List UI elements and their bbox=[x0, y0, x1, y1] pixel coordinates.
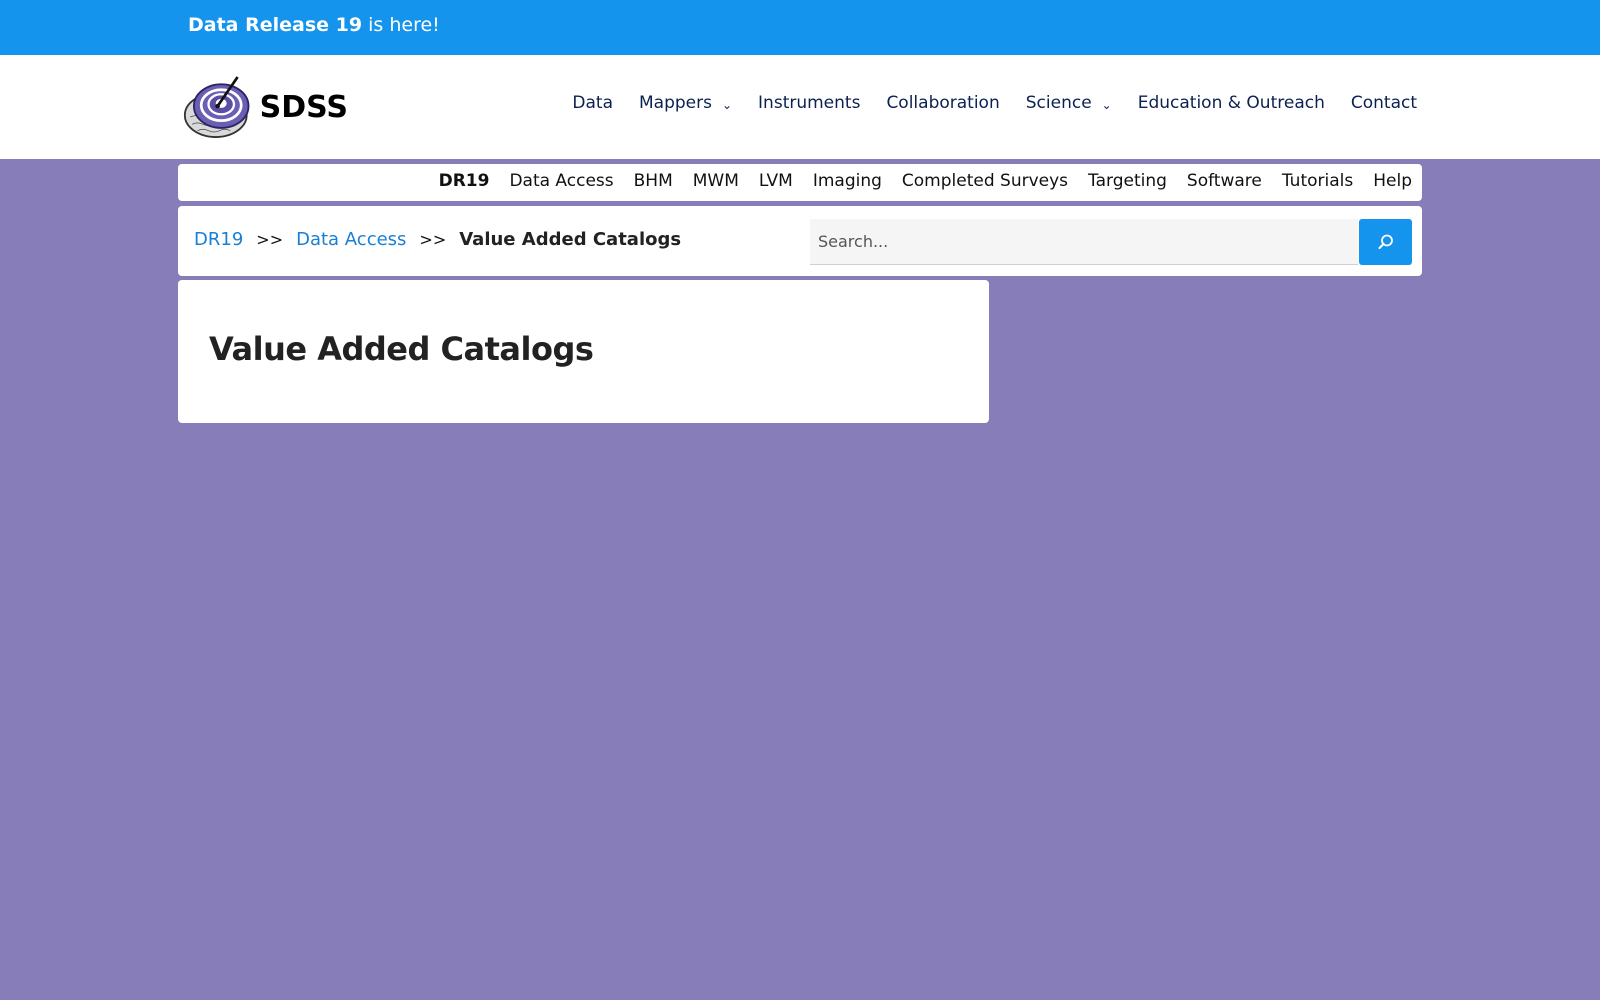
nav-item-mappers[interactable]: Mappers ⌄ bbox=[639, 93, 732, 113]
telescope-logo-icon bbox=[183, 76, 250, 138]
content-card: Value Added Catalogs bbox=[178, 280, 989, 423]
nav-label: Instruments bbox=[758, 93, 861, 113]
announcement-link[interactable]: Data Release 19 bbox=[188, 14, 362, 36]
breadcrumb-current: Value Added Catalogs bbox=[459, 229, 682, 250]
nav-label: Collaboration bbox=[886, 93, 1000, 113]
sub-nav: DR19 Data Access BHM MWM LVM Imaging Com… bbox=[178, 164, 1422, 201]
breadcrumb-search-bar: DR19 >> Data Access >> Value Added Catal… bbox=[178, 206, 1422, 276]
announcement-bar: Data Release 19 is here! bbox=[0, 0, 1600, 55]
nav-item-data[interactable]: Data bbox=[572, 93, 613, 113]
nav-label: Contact bbox=[1350, 93, 1417, 113]
nav-item-instruments[interactable]: Instruments bbox=[758, 93, 860, 113]
sub-nav-items: DR19 Data Access BHM MWM LVM Imaging Com… bbox=[439, 171, 1412, 191]
search-button[interactable] bbox=[1359, 219, 1412, 265]
brand-name: SDSS bbox=[259, 89, 348, 125]
site-header: SDSS Data Mappers ⌄ Instruments Collabor… bbox=[0, 55, 1600, 159]
nav-item-contact[interactable]: Contact bbox=[1351, 93, 1417, 113]
breadcrumb-separator: >> bbox=[256, 230, 284, 249]
sdss-logo[interactable]: SDSS bbox=[183, 72, 348, 142]
page-title: Value Added Catalogs bbox=[209, 330, 594, 368]
subnav-item-targeting[interactable]: Targeting bbox=[1088, 171, 1167, 191]
subnav-item-completed-surveys[interactable]: Completed Surveys bbox=[902, 171, 1068, 191]
subnav-item-bhm[interactable]: BHM bbox=[634, 171, 673, 191]
main-nav: Data Mappers ⌄ Instruments Collaboration… bbox=[572, 93, 1417, 113]
announcement-suffix: is here! bbox=[362, 14, 440, 36]
nav-item-collaboration[interactable]: Collaboration bbox=[886, 93, 999, 113]
subnav-item-lvm[interactable]: LVM bbox=[759, 171, 793, 191]
nav-label: Science bbox=[1025, 93, 1092, 113]
subnav-item-imaging[interactable]: Imaging bbox=[813, 171, 882, 191]
subnav-item-dr19[interactable]: DR19 bbox=[439, 171, 490, 191]
nav-item-education-outreach[interactable]: Education & Outreach bbox=[1138, 93, 1325, 113]
nav-label: Mappers bbox=[639, 93, 712, 113]
search-icon bbox=[1378, 234, 1393, 249]
chevron-down-icon[interactable]: ⌄ bbox=[1102, 98, 1112, 112]
nav-label: Data bbox=[572, 93, 613, 113]
nav-label: Education & Outreach bbox=[1137, 93, 1325, 113]
announcement-text[interactable]: Data Release 19 is here! bbox=[188, 14, 440, 36]
breadcrumb: DR19 >> Data Access >> Value Added Catal… bbox=[194, 229, 681, 250]
subnav-item-tutorials[interactable]: Tutorials bbox=[1282, 171, 1353, 191]
subnav-item-software[interactable]: Software bbox=[1187, 171, 1262, 191]
subnav-item-data-access[interactable]: Data Access bbox=[509, 171, 613, 191]
subnav-item-mwm[interactable]: MWM bbox=[693, 171, 739, 191]
breadcrumb-link-data-access[interactable]: Data Access bbox=[296, 229, 406, 250]
subnav-item-help[interactable]: Help bbox=[1373, 171, 1412, 191]
breadcrumb-separator: >> bbox=[419, 230, 447, 249]
breadcrumb-link-dr19[interactable]: DR19 bbox=[194, 229, 243, 250]
search-input[interactable] bbox=[810, 219, 1358, 265]
nav-item-science[interactable]: Science ⌄ bbox=[1026, 93, 1112, 113]
chevron-down-icon[interactable]: ⌄ bbox=[722, 98, 732, 112]
